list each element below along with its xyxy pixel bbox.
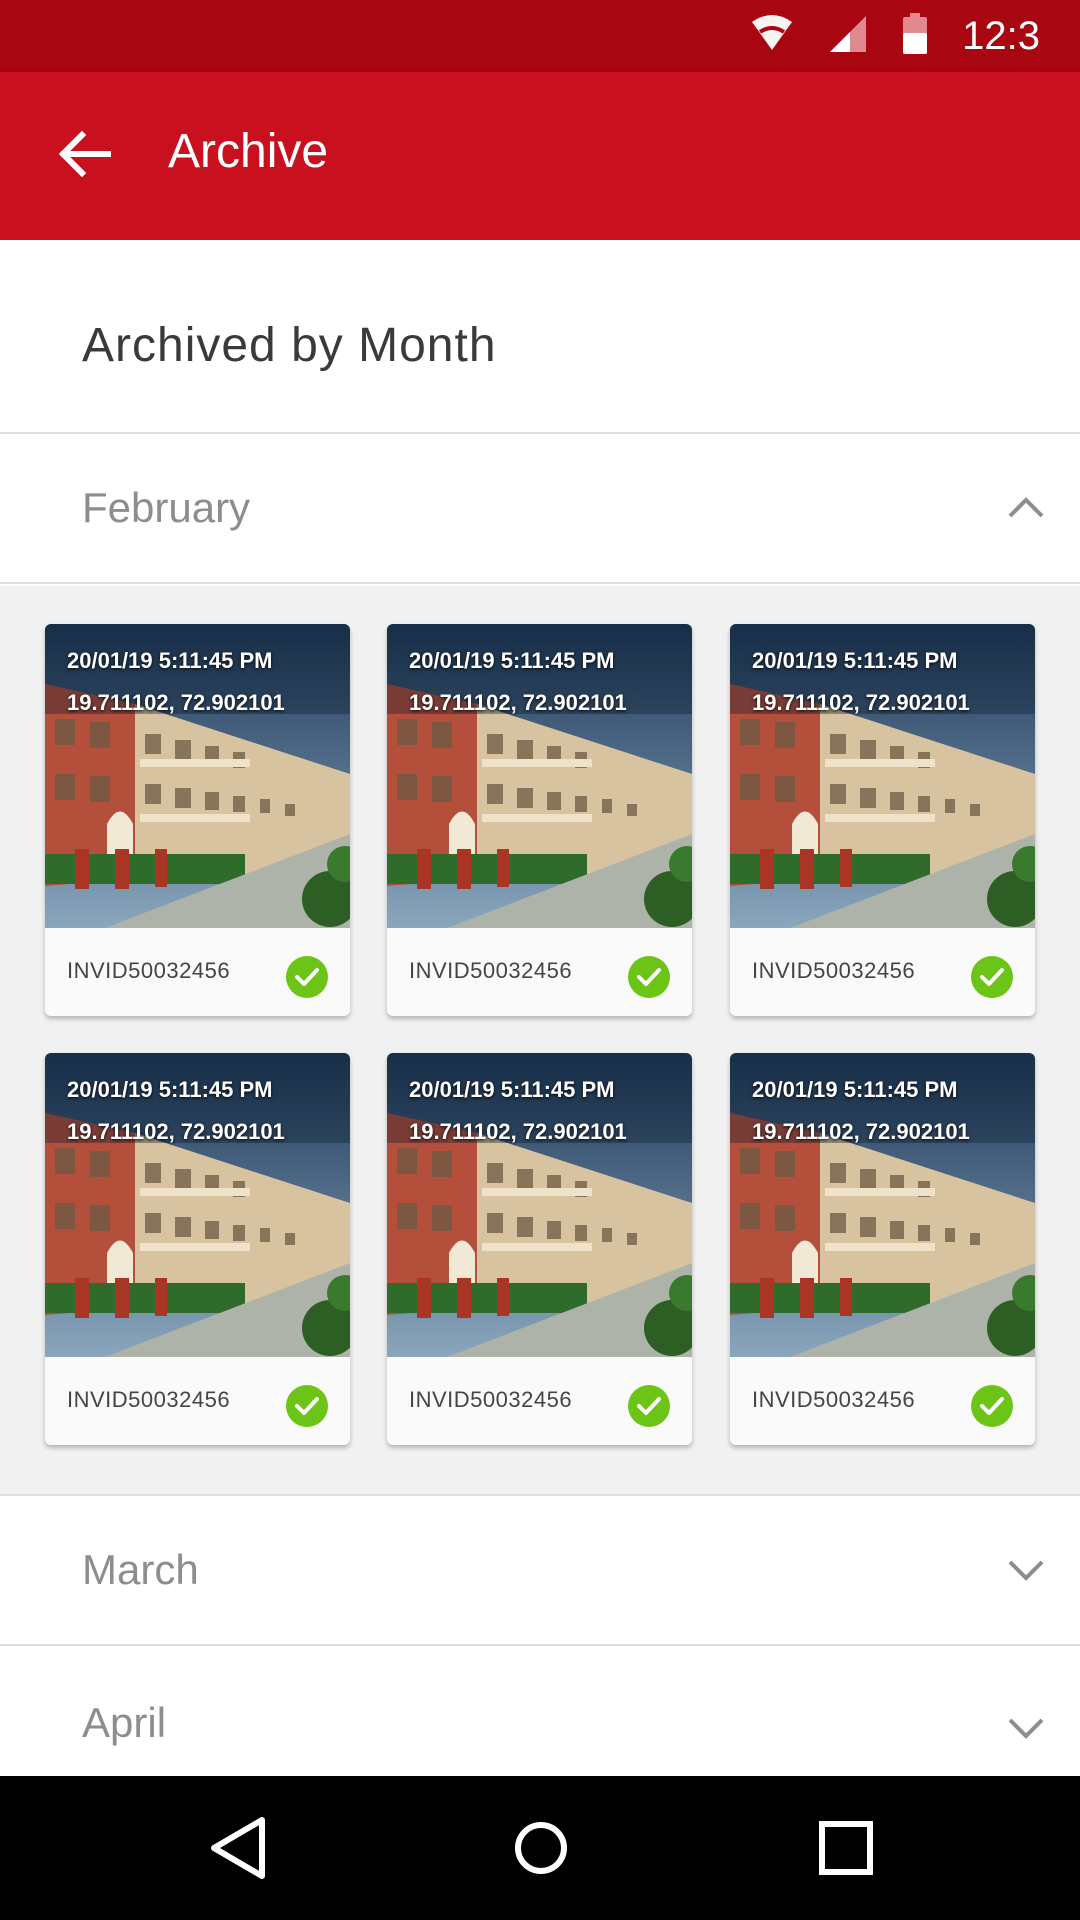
card-footer: INVID50032456: [730, 928, 1035, 1016]
back-triangle-icon: [202, 1817, 274, 1888]
cellular-signal-icon: [828, 14, 868, 59]
photo-card[interactable]: 20/01/19 5:11:45 PM 19.711102, 72.902101…: [387, 624, 692, 1016]
status-icons: 12:3: [750, 0, 1040, 72]
app-bar: Archive: [0, 72, 1080, 240]
photo-timestamp: 20/01/19 5:11:45 PM: [752, 648, 958, 673]
photo-id: INVID50032456: [752, 958, 916, 983]
photo-coordinates: 19.711102, 72.902101: [67, 1119, 285, 1144]
section-title: Archived by Month: [82, 319, 497, 372]
nav-back-button[interactable]: [202, 1812, 274, 1884]
photo-coordinates: 19.711102, 72.902101: [409, 690, 627, 715]
month-row-april[interactable]: April: [0, 1648, 1080, 1776]
photo-coordinates: 19.711102, 72.902101: [409, 1119, 627, 1144]
photo-card[interactable]: 20/01/19 5:11:45 PM 19.711102, 72.902101…: [730, 1053, 1035, 1445]
month-row-february[interactable]: February: [0, 434, 1080, 584]
status-bar: 12:3: [0, 0, 1080, 72]
check-circle-icon: [628, 1385, 670, 1427]
card-footer: INVID50032456: [45, 928, 350, 1016]
recents-square-icon: [810, 1821, 882, 1888]
photo-id: INVID50032456: [409, 958, 573, 983]
check-circle-icon: [628, 956, 670, 998]
photo-id: INVID50032456: [67, 1387, 231, 1412]
photo-coordinates: 19.711102, 72.902101: [752, 690, 970, 715]
photo-id: INVID50032456: [752, 1387, 916, 1412]
photo-timestamp: 20/01/19 5:11:45 PM: [67, 1077, 273, 1102]
chevron-down-icon: [1006, 1550, 1046, 1590]
photo-card[interactable]: 20/01/19 5:11:45 PM 19.711102, 72.902101…: [45, 1053, 350, 1445]
month-row-march[interactable]: March: [0, 1496, 1080, 1646]
check-circle-icon: [286, 1385, 328, 1427]
month-label: March: [82, 1546, 199, 1593]
nav-recents-button[interactable]: [810, 1812, 882, 1884]
photo-card[interactable]: 20/01/19 5:11:45 PM 19.711102, 72.902101…: [387, 1053, 692, 1445]
card-footer: INVID50032456: [730, 1357, 1035, 1445]
nav-home-button[interactable]: [505, 1812, 577, 1884]
chevron-down-icon: [1006, 1708, 1046, 1748]
photo-timestamp: 20/01/19 5:11:45 PM: [752, 1077, 958, 1102]
photo-card[interactable]: 20/01/19 5:11:45 PM 19.711102, 72.902101…: [730, 624, 1035, 1016]
home-circle-icon: [505, 1822, 577, 1888]
photo-timestamp: 20/01/19 5:11:45 PM: [67, 648, 273, 673]
navigation-bar: [0, 1776, 1080, 1920]
page-title: Archive: [168, 125, 329, 178]
photo-coordinates: 19.711102, 72.902101: [752, 1119, 970, 1144]
chevron-up-icon: [1006, 488, 1046, 528]
photo-id: INVID50032456: [409, 1387, 573, 1412]
section-header: Archived by Month: [0, 240, 1080, 434]
month-label: February: [82, 484, 251, 531]
card-footer: INVID50032456: [387, 1357, 692, 1445]
check-circle-icon: [971, 1385, 1013, 1427]
back-button[interactable]: [44, 116, 124, 196]
photo-coordinates: 19.711102, 72.902101: [67, 690, 285, 715]
check-circle-icon: [971, 956, 1013, 998]
photo-card[interactable]: 20/01/19 5:11:45 PM 19.711102, 72.902101…: [45, 624, 350, 1016]
check-circle-icon: [286, 956, 328, 998]
card-footer: INVID50032456: [387, 928, 692, 1016]
photo-timestamp: 20/01/19 5:11:45 PM: [409, 648, 615, 673]
month-label: April: [82, 1699, 167, 1746]
photo-id: INVID50032456: [67, 958, 231, 983]
photo-grid: 20/01/19 5:11:45 PM 19.711102, 72.902101…: [0, 586, 1080, 1496]
card-footer: INVID50032456: [45, 1357, 350, 1445]
arrow-back-icon: [56, 130, 112, 183]
wifi-icon: [750, 14, 794, 59]
status-time: 12:3: [962, 13, 1040, 58]
battery-icon: [902, 12, 928, 60]
photo-timestamp: 20/01/19 5:11:45 PM: [409, 1077, 615, 1102]
